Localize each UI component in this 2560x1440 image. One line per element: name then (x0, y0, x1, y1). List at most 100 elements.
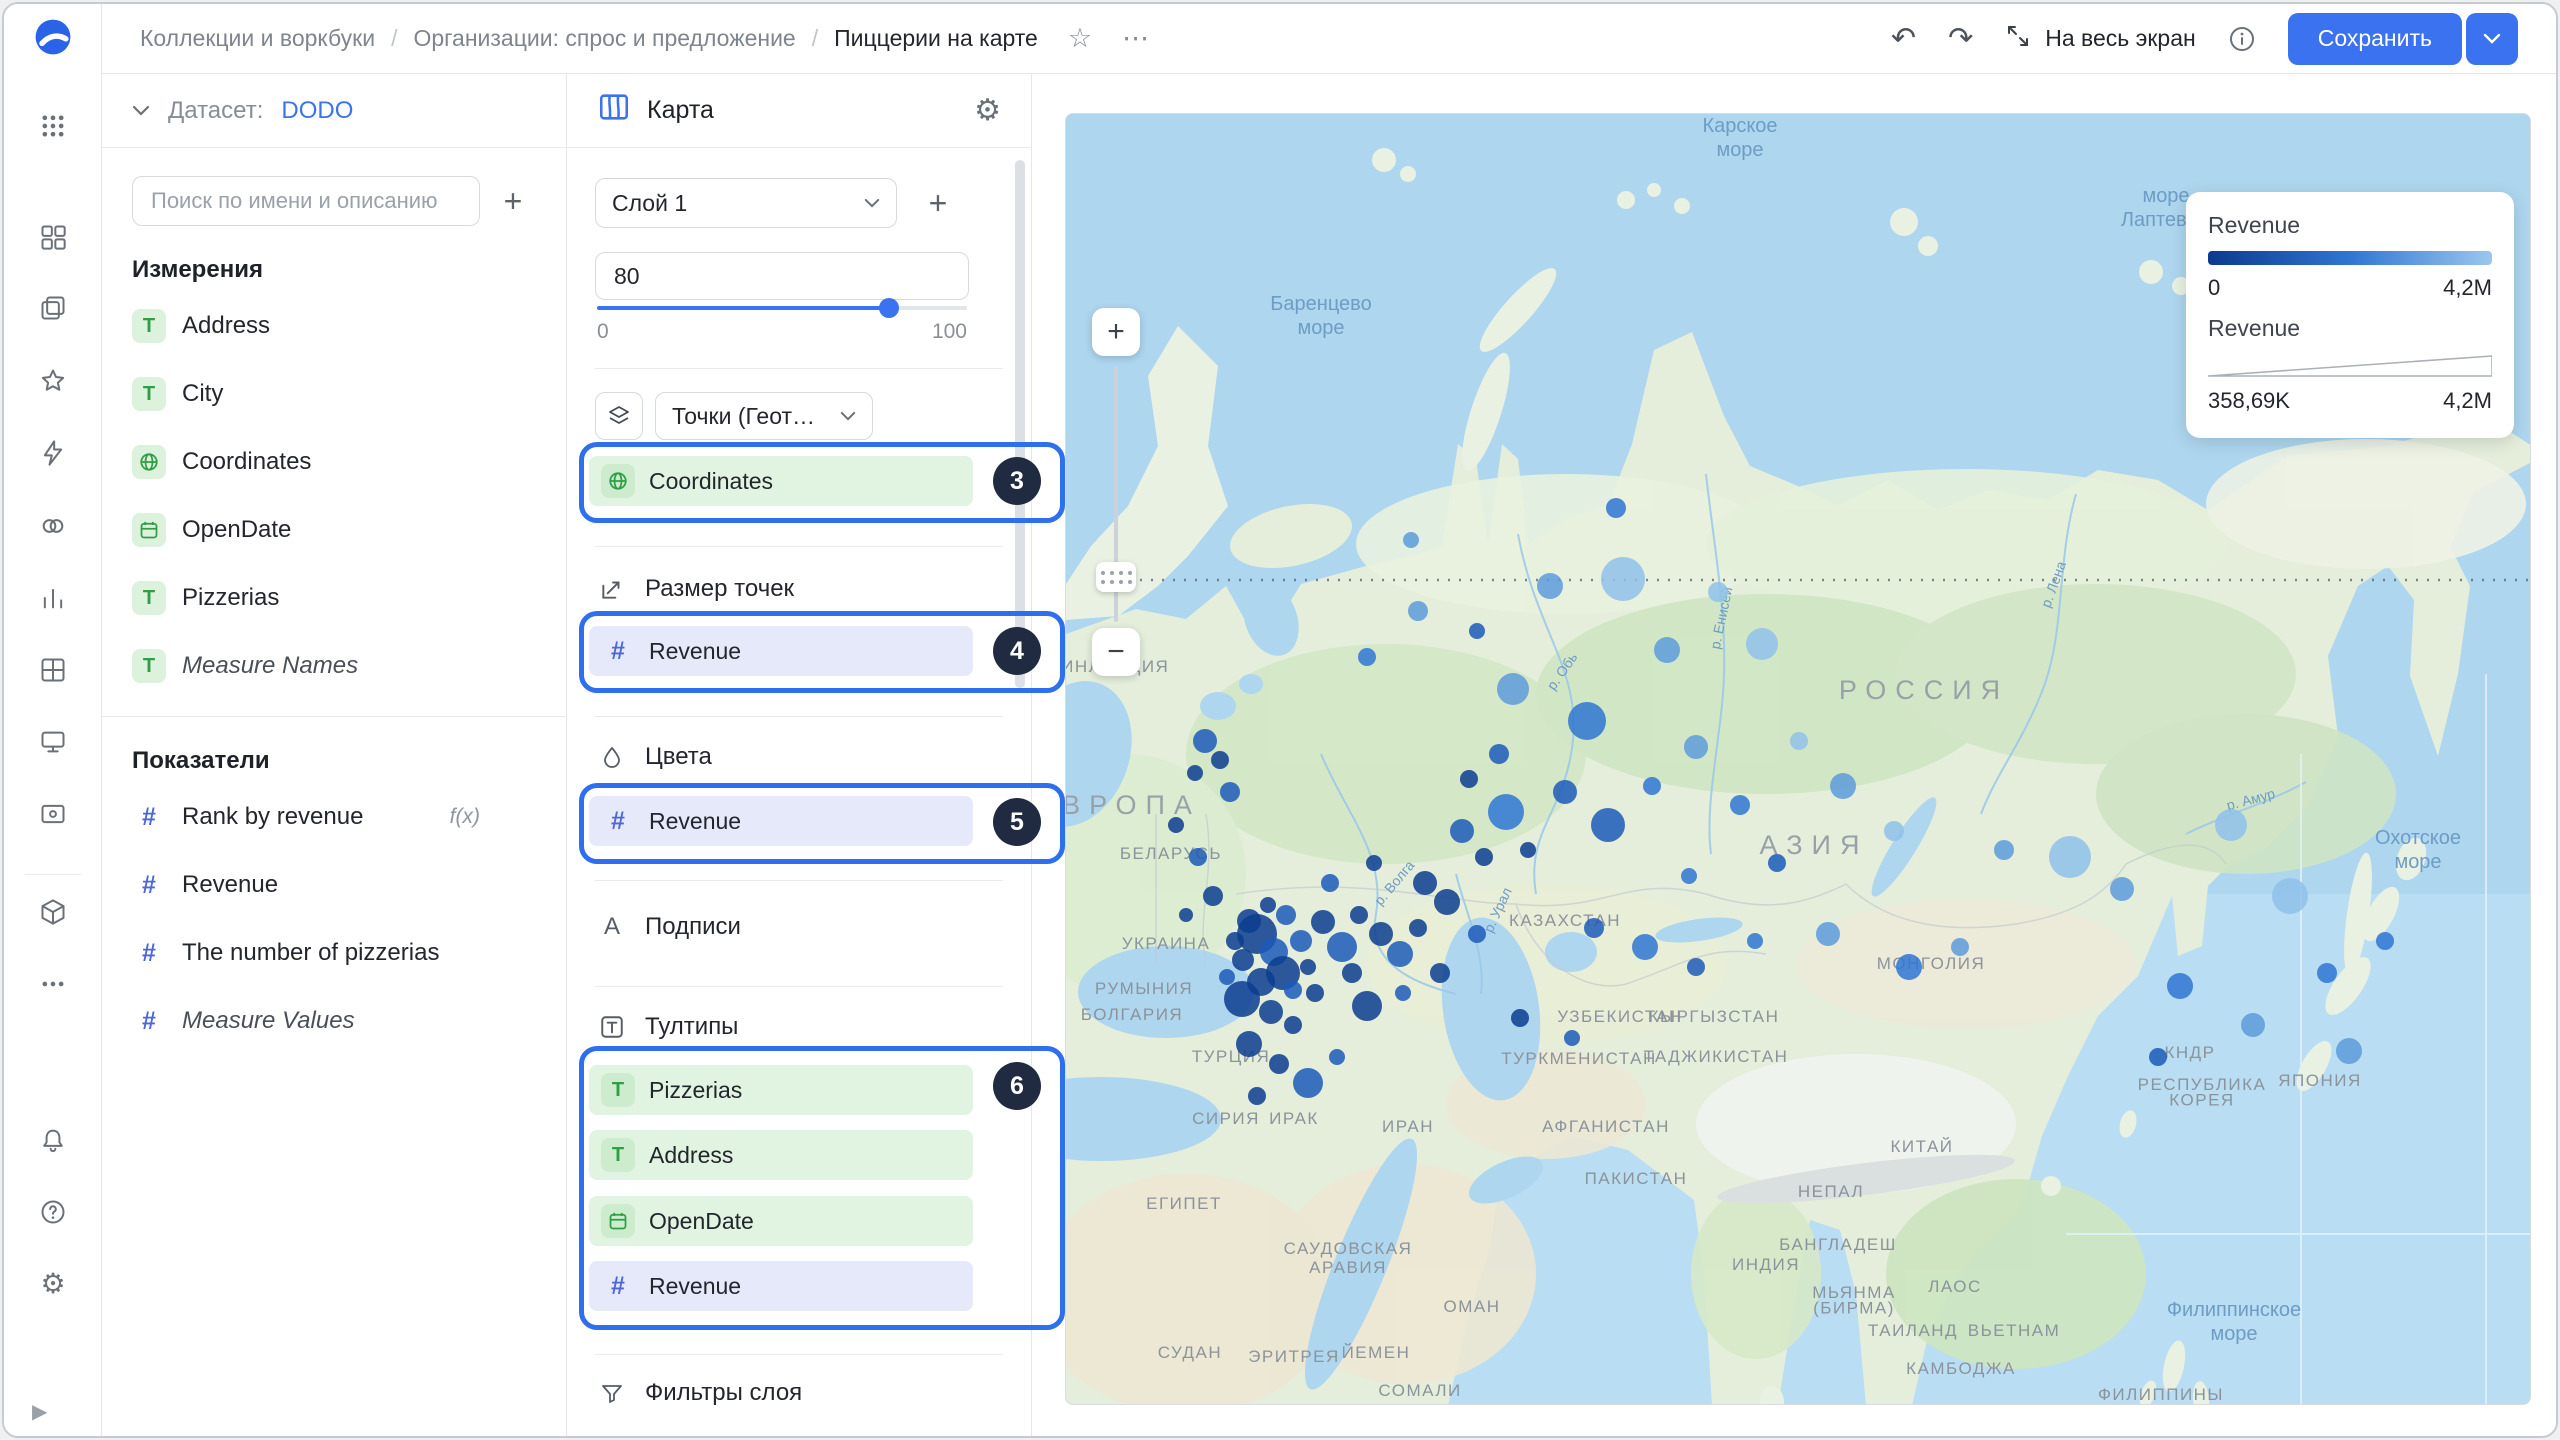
svg-text:БЕЛАРУСЬ: БЕЛАРУСЬ (1120, 844, 1222, 863)
svg-text:КАЗАХСТАН: КАЗАХСТАН (1509, 911, 1621, 930)
field-pizzerias[interactable]: T Pizzerias (132, 564, 536, 632)
editor-bolt-icon[interactable] (31, 431, 75, 475)
layer-select[interactable]: Слой 1 (595, 178, 897, 228)
geotype-select[interactable]: Точки (Геот… (655, 392, 873, 440)
tooltips-t-icon (597, 1014, 627, 1040)
notifications-bell-icon[interactable] (31, 1118, 75, 1162)
redo-icon[interactable]: ↷ (1948, 24, 1973, 54)
collections-icon[interactable] (31, 286, 75, 330)
fullscreen-button[interactable]: На весь экран (2005, 23, 2196, 55)
field-opendate[interactable]: OpenDate (132, 496, 536, 564)
geolayer-type-icon[interactable] (595, 392, 643, 440)
save-button[interactable]: Сохранить (2288, 13, 2462, 65)
section-divider (595, 546, 1003, 547)
field-city[interactable]: T City (132, 360, 536, 428)
favorite-star-icon[interactable]: ☆ (1068, 25, 1092, 52)
storage-icon[interactable] (31, 792, 75, 836)
svg-text:РОССИЯ: РОССИЯ (1839, 675, 2009, 705)
datasets-grid-icon[interactable] (31, 648, 75, 692)
more-menu-icon[interactable]: ⋯ (1122, 25, 1149, 52)
help-icon[interactable] (31, 1190, 75, 1234)
svg-text:ЕГИПЕТ: ЕГИПЕТ (1146, 1194, 1222, 1213)
text-type-icon: T (601, 1138, 635, 1172)
annotation-badge-5: 5 (993, 798, 1041, 846)
section-divider (595, 368, 1003, 369)
field-number-of-pizzerias[interactable]: # The number of pizzerias (132, 919, 536, 987)
zoom-slider-handle[interactable] (1096, 562, 1136, 592)
dataset-name-link[interactable]: DODO (281, 97, 353, 125)
dataset-label: Датасет: (168, 97, 263, 125)
apps-grid-icon[interactable] (31, 104, 75, 148)
svg-text:СИРИЯ: СИРИЯ (1192, 1109, 1260, 1128)
save-split-button: Сохранить (2288, 13, 2518, 65)
charts-icon[interactable] (31, 576, 75, 620)
tooltips-section: Тултипы (597, 1012, 738, 1042)
breadcrumb-workbook[interactable]: Организации: спрос и предложение (413, 25, 795, 52)
datalens-logo[interactable] (31, 15, 75, 59)
tooltip-field-chip[interactable]: # Revenue (589, 1261, 973, 1311)
field-measure-values[interactable]: # Measure Values (132, 987, 536, 1055)
map-chart-icon[interactable] (597, 90, 631, 131)
layer-opacity-input[interactable]: 80 (595, 252, 969, 300)
section-divider (595, 716, 1003, 717)
field-address[interactable]: T Address (132, 292, 536, 360)
svg-text:БАНГЛАДЕШ: БАНГЛАДЕШ (1779, 1235, 1897, 1254)
number-type-icon: # (132, 803, 166, 832)
undo-icon[interactable]: ↶ (1891, 24, 1916, 54)
svg-text:МЬЯНМА(БИРМА): МЬЯНМА(БИРМА) (1812, 1283, 1896, 1318)
layer-filters-section[interactable]: Фильтры слоя (597, 1378, 802, 1408)
add-field-button[interactable]: + (490, 178, 536, 224)
dataset-header: Датасет: DODO (102, 74, 566, 148)
size-field-chip[interactable]: # Revenue (589, 626, 973, 676)
breadcrumb-collections[interactable]: Коллекции и воркбуки (140, 25, 375, 52)
add-layer-button[interactable]: + (913, 178, 963, 228)
favorites-star-icon[interactable] (31, 359, 75, 403)
text-type-icon: T (132, 581, 166, 615)
map-legend: Revenue 0 4,2M Revenue 358,69K 4,2M (2186, 192, 2514, 438)
opacity-slider[interactable] (597, 306, 967, 310)
dashboards-icon[interactable] (31, 215, 75, 259)
settings-gear-icon[interactable]: ⚙ (31, 1262, 75, 1306)
number-type-icon: # (132, 1007, 166, 1036)
field-coordinates[interactable]: Coordinates (132, 428, 536, 496)
search-input[interactable] (132, 176, 480, 226)
field-rank-by-revenue[interactable]: # Rank by revenue f(x) (132, 783, 536, 851)
info-icon[interactable] (2228, 25, 2256, 53)
date-type-icon (601, 1204, 635, 1238)
expand-rail-button[interactable]: ▶ (32, 1399, 47, 1424)
svg-text:ОМАН: ОМАН (1444, 1297, 1501, 1316)
labels-section[interactable]: А Подписи (597, 912, 741, 942)
cube-icon[interactable] (31, 890, 75, 934)
tooltip-field-chip[interactable]: T Address (589, 1130, 973, 1180)
colors-icon (597, 745, 627, 769)
svg-text:ТАИЛАНД: ТАИЛАНД (1868, 1321, 1958, 1340)
colors-field-chip[interactable]: # Revenue (589, 796, 973, 846)
left-rail: ⚙ ▶ (4, 4, 102, 1436)
save-dropdown-button[interactable] (2466, 13, 2518, 65)
number-type-icon: # (601, 807, 635, 836)
svg-text:РУМЫНИЯ: РУМЫНИЯ (1095, 979, 1193, 998)
points-field-chip[interactable]: Coordinates (589, 456, 973, 506)
filter-funnel-icon (597, 1381, 627, 1405)
presentations-icon[interactable] (31, 720, 75, 764)
svg-text:НЕПАЛ: НЕПАЛ (1798, 1182, 1864, 1201)
chevron-down-icon (864, 198, 880, 208)
config-scrollbar[interactable] (1015, 160, 1025, 688)
field-measure-names[interactable]: T Measure Names (132, 632, 536, 700)
more-services-icon[interactable] (31, 962, 75, 1006)
section-divider (595, 880, 1003, 881)
chevron-down-icon (840, 411, 856, 421)
number-type-icon: # (132, 939, 166, 968)
zoom-in-button[interactable]: + (1092, 308, 1140, 356)
chevron-down-icon[interactable] (132, 105, 150, 116)
chart-settings-gear-icon[interactable]: ⚙ (974, 93, 1001, 128)
tooltip-field-chip[interactable]: T Pizzerias (589, 1065, 973, 1115)
field-revenue[interactable]: # Revenue (132, 851, 536, 919)
tooltip-field-chip[interactable]: OpenDate (589, 1196, 973, 1246)
svg-text:УКРАИНА: УКРАИНА (1122, 934, 1211, 953)
section-divider (595, 1354, 1003, 1355)
monitoring-icon[interactable] (31, 504, 75, 548)
opacity-slider-knob[interactable] (879, 298, 899, 318)
map-canvas[interactable]: КарскоемореБаренцевоморемореЛаптевыхОхот… (1065, 113, 2531, 1405)
zoom-out-button[interactable]: − (1092, 628, 1140, 676)
